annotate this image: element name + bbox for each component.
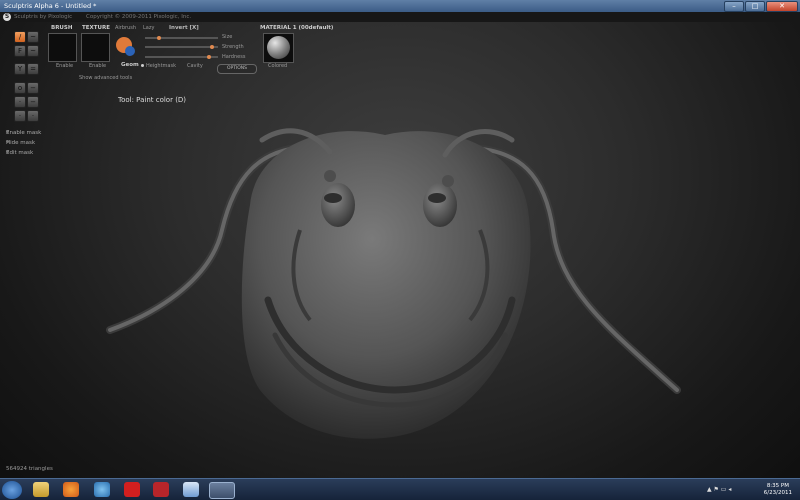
messenger-icon[interactable] [94, 482, 110, 497]
clock[interactable]: 8:35 PM 6/23/2011 [764, 483, 792, 497]
viewport-canvas[interactable] [0, 0, 800, 478]
sculptris-window: Sculptris Alpha 6 - Untitled * – □ ✕ S S… [0, 0, 800, 500]
tray-icons[interactable]: ▲ ⚑ ▭ ◂ [707, 486, 731, 493]
document-icon[interactable] [183, 482, 199, 497]
sculptris-taskbar-button-icon[interactable] [209, 482, 235, 499]
mcafee-icon[interactable] [153, 482, 169, 497]
sculpted-head-model [106, 128, 681, 439]
triangle-count: 564924 triangles [6, 466, 53, 472]
folder-icon[interactable] [33, 482, 49, 497]
start-button-icon[interactable] [2, 481, 22, 499]
q-app-icon[interactable] [124, 482, 140, 497]
clock-time: 8:35 PM [766, 483, 789, 489]
windows-taskbar: ▲ ⚑ ▭ ◂ 8:35 PM 6/23/2011 [0, 478, 800, 500]
firefox-icon[interactable] [63, 482, 79, 497]
clock-date: 6/23/2011 [763, 490, 792, 496]
